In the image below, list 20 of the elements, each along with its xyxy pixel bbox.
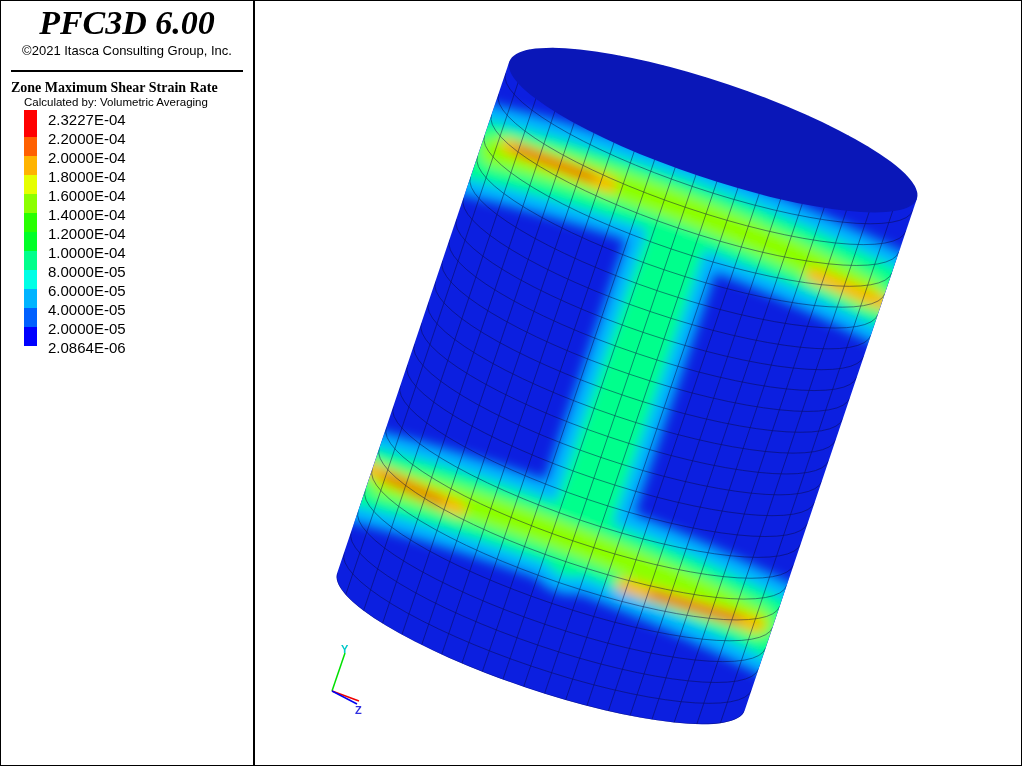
app-title: PFC3D 6.00 <box>38 3 216 43</box>
copyright-text: ©2021 Itasca Consulting Group, Inc. <box>21 43 233 58</box>
legend-title: Zone Maximum Shear Strain Rate <box>11 80 219 96</box>
axis-triad-drawing <box>331 652 360 705</box>
legend-value: 2.0864E-06 <box>48 338 126 357</box>
z-axis-label: Z <box>355 704 362 716</box>
legend-value: 2.3227E-04 <box>48 110 126 129</box>
legend-value: 1.2000E-04 <box>48 224 126 243</box>
legend-value: 2.0000E-04 <box>48 148 126 167</box>
y-axis-label: Y <box>341 643 349 655</box>
legend-value: 2.0000E-05 <box>48 319 126 338</box>
legend-value: 1.6000E-04 <box>48 186 126 205</box>
legend-value: 2.2000E-04 <box>48 129 126 148</box>
legend-value: 8.0000E-05 <box>48 262 126 281</box>
legend-value: 1.4000E-04 <box>48 205 126 224</box>
legend-value: 1.8000E-04 <box>48 167 126 186</box>
legend-subtitle: Calculated by: Volumetric Averaging <box>24 96 209 108</box>
legend-value: 4.0000E-05 <box>48 300 126 319</box>
legend-value: 1.0000E-04 <box>48 243 126 262</box>
legend-value: 6.0000E-05 <box>48 281 126 300</box>
